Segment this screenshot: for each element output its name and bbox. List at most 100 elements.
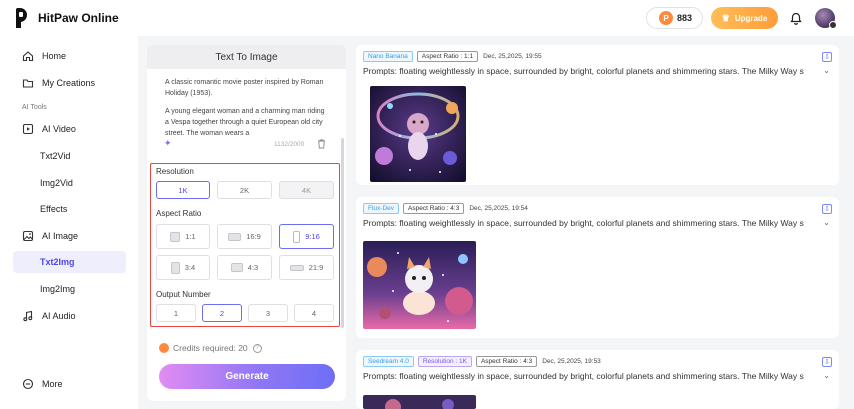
square-shape-icon: [170, 231, 181, 242]
sidebar-label: AI Image: [42, 231, 79, 241]
aspect-tag: Aspect Ratio : 1:1: [416, 51, 479, 62]
model-tag: Seedream 4.0: [363, 356, 414, 367]
result-prompt: Prompts: floating weightlessly in space,…: [363, 371, 804, 381]
model-tag: Flux-Dev: [363, 203, 400, 214]
portrait-shape-icon: [293, 230, 301, 243]
aspect-1-1[interactable]: 1:1: [156, 224, 210, 249]
aspect-16-9[interactable]: 16:9: [217, 224, 272, 249]
resolution-label: Resolution: [156, 167, 194, 176]
trash-icon[interactable]: [317, 139, 326, 149]
aspect-tag: Aspect Ratio : 4:3: [475, 356, 538, 367]
aspect-label: 4:3: [247, 263, 259, 272]
resolution-2k[interactable]: 2K: [217, 181, 272, 199]
section-label-ai-tools: AI Tools: [22, 104, 47, 111]
more-icon: [22, 378, 34, 390]
resolution-4k[interactable]: 4K: [279, 181, 334, 199]
output-3[interactable]: 3: [248, 304, 288, 322]
result-date: Dec, 25,2025, 19:53: [542, 358, 601, 365]
sidebar-label: Txt2Vid: [40, 151, 71, 161]
sidebar-label: Img2Img: [40, 284, 76, 294]
model-tag: Nano Banana: [363, 51, 413, 62]
aspect-label: 21:9: [308, 263, 324, 272]
chevron-down-icon[interactable]: ⌄: [823, 218, 830, 227]
top-header: HitPaw Online P 883 ♛ Upgrade: [0, 0, 854, 36]
resolution-1k[interactable]: 1K: [156, 181, 210, 199]
coin-icon: [159, 343, 169, 353]
result-image[interactable]: [363, 241, 476, 329]
aspect-label: 1:1: [185, 232, 196, 241]
sidebar-item-my-creations[interactable]: My Creations: [13, 72, 126, 94]
sidebar-label: Effects: [40, 204, 68, 214]
result-card: Seedream 4.0 Resolution : 1K Aspect Rati…: [356, 350, 839, 409]
prompt-text-1: A classic romantic movie poster inspired…: [165, 79, 324, 97]
crown-icon: ♛: [721, 12, 730, 23]
avatar-badge: [829, 21, 837, 29]
generate-button[interactable]: Generate: [159, 364, 335, 389]
credits-required-text: Credits required: 20: [173, 343, 248, 353]
aspect-label: 9:16: [305, 232, 320, 241]
aspect-label: 16:9: [246, 232, 261, 241]
sidebar-label: AI Audio: [42, 311, 76, 321]
chevron-down-icon[interactable]: ⌄: [823, 371, 830, 380]
result-card: Nano Banana Aspect Ratio : 1:1 Dec, 25,2…: [356, 45, 839, 185]
output-2[interactable]: 2: [202, 304, 242, 322]
magic-wand-icon[interactable]: ✦: [164, 138, 172, 149]
sidebar-item-ai-audio[interactable]: AI Audio: [13, 305, 126, 327]
aspect-3-4[interactable]: 3:4: [156, 255, 210, 280]
output-number-label: Output Number: [156, 290, 211, 299]
landscape-shape-icon: [230, 263, 243, 272]
coin-icon: P: [659, 11, 673, 25]
prompt-textarea[interactable]: A classic romantic movie poster inspired…: [156, 72, 336, 156]
portrait-shape-icon: [170, 261, 180, 274]
sidebar-item-effects[interactable]: Effects: [13, 198, 126, 220]
result-image[interactable]: [363, 395, 476, 409]
result-date: Dec, 25,2025, 19:55: [483, 53, 542, 60]
sidebar-label: More: [42, 379, 63, 389]
resolution-tag: Resolution : 1K: [417, 356, 472, 367]
credits-balance[interactable]: P 883: [646, 7, 703, 29]
download-icon[interactable]: ⇩: [822, 357, 832, 367]
result-tags: Flux-Dev Aspect Ratio : 4:3 Dec, 25,2025…: [363, 203, 528, 214]
result-date: Dec, 25,2025, 19:54: [469, 205, 528, 212]
sidebar-item-ai-video[interactable]: AI Video: [13, 118, 126, 140]
sidebar-label: AI Video: [42, 124, 76, 134]
aspect-4-3[interactable]: 4:3: [217, 255, 272, 280]
result-tags: Nano Banana Aspect Ratio : 1:1 Dec, 25,2…: [363, 51, 542, 62]
download-icon[interactable]: ⇩: [822, 52, 832, 62]
upgrade-label: Upgrade: [734, 13, 768, 23]
aspect-tag: Aspect Ratio : 4:3: [403, 203, 465, 214]
result-card: Flux-Dev Aspect Ratio : 4:3 Dec, 25,2025…: [356, 197, 839, 338]
sidebar-item-txt2vid[interactable]: Txt2Vid: [13, 145, 126, 167]
wide-shape-icon: [289, 264, 304, 271]
logo-text: HitPaw Online: [38, 11, 119, 25]
sidebar-item-more[interactable]: More: [13, 373, 126, 395]
home-icon: [22, 50, 34, 62]
aspect-ratio-label: Aspect Ratio: [156, 209, 202, 218]
logo[interactable]: HitPaw Online: [14, 8, 119, 28]
aspect-21-9[interactable]: 21:9: [279, 255, 334, 280]
prompt-text-2: A young elegant woman and a charming man…: [165, 108, 325, 137]
sidebar-item-ai-image[interactable]: AI Image: [13, 225, 126, 247]
aspect-label: 3:4: [184, 263, 196, 272]
sidebar-item-img2img[interactable]: Img2Img: [13, 278, 126, 300]
image-icon: [22, 230, 34, 242]
aspect-9-16[interactable]: 9:16: [279, 224, 334, 249]
result-image[interactable]: [370, 86, 466, 182]
download-icon[interactable]: ⇩: [822, 204, 832, 214]
hitpaw-logo-icon: [14, 8, 32, 28]
video-icon: [22, 123, 34, 135]
output-4[interactable]: 4: [294, 304, 334, 322]
avatar[interactable]: [815, 8, 837, 29]
result-prompt: Prompts: floating weightlessly in space,…: [363, 218, 804, 228]
output-1[interactable]: 1: [156, 304, 196, 322]
credits-required: Credits required: 20 ?: [159, 343, 262, 353]
panel-scrollbar[interactable]: [341, 138, 344, 328]
bell-icon[interactable]: [787, 9, 805, 27]
sidebar-item-home[interactable]: Home: [13, 45, 126, 67]
info-icon[interactable]: ?: [252, 343, 262, 353]
chevron-down-icon[interactable]: ⌄: [823, 66, 830, 75]
sidebar-item-img2vid[interactable]: Img2Vid: [13, 172, 126, 194]
result-prompt: Prompts: floating weightlessly in space,…: [363, 66, 804, 76]
upgrade-button[interactable]: ♛ Upgrade: [711, 7, 778, 29]
sidebar-item-txt2img[interactable]: Txt2Img: [13, 251, 126, 273]
